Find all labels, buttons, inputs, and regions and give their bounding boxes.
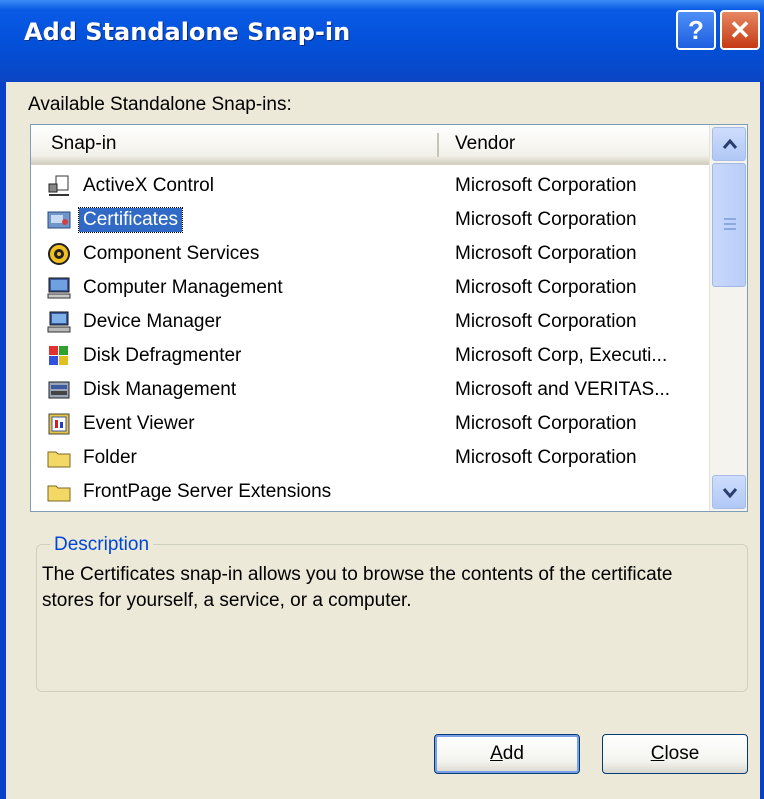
window-title: Add Standalone Snap-in [24,18,351,46]
list-item[interactable]: Disk Management Microsoft and VERITAS... [39,373,709,407]
close-button-label: lose [664,743,700,764]
list-item-selected[interactable]: Certificates Microsoft Corporation [39,203,709,237]
close-window-button[interactable]: ✕ [720,10,760,50]
event-viewer-icon [47,412,71,436]
vertical-scrollbar[interactable] [709,125,747,511]
description-legend: Description [50,534,154,556]
disk-management-icon [47,378,71,402]
scroll-up-button[interactable] [712,127,746,161]
description-text: The Certificates snap-in allows you to b… [42,564,673,611]
list-item-vendor: Microsoft Corp, Executi... [455,345,668,366]
available-snapins-label: Available Standalone Snap-ins: [28,94,292,115]
list-item-name: Event Viewer [83,413,195,434]
thumb-grip [724,223,736,225]
close-button-mnemonic: C [650,743,665,764]
list-item-name: Disk Defragmenter [83,345,242,366]
computer-management-icon [47,276,71,300]
thumb-grip [724,228,736,230]
list-item[interactable]: Event Viewer Microsoft Corporation [39,407,709,441]
list-item-vendor: Microsoft Corporation [455,243,637,264]
list-item-name: Certificates [77,207,184,233]
list-item-name: Device Manager [83,311,222,332]
scroll-down-button[interactable] [712,475,746,509]
column-header-snapin[interactable]: Snap-in [51,133,117,155]
folder-icon [47,446,71,470]
chevron-up-icon [722,138,738,149]
list-item-vendor: Microsoft and VERITAS... [455,379,671,400]
list-item-name: Folder [83,447,137,468]
thumb-grip [724,218,736,220]
help-button[interactable]: ? [676,10,716,50]
list-item-name: Computer Management [83,277,283,298]
list-item-vendor: Microsoft Corporation [455,277,637,298]
component-services-icon [47,242,71,266]
list-item-name: Component Services [83,243,260,264]
add-button-label: dd [502,743,524,764]
title-bar[interactable]: Add Standalone Snap-in ? ✕ [0,0,764,82]
list-item-vendor: Microsoft Corporation [455,447,637,468]
list-item[interactable]: Component Services Microsoft Corporation [39,237,709,271]
close-button[interactable]: Close [602,734,748,774]
list-item[interactable]: Device Manager Microsoft Corporation [39,305,709,339]
activex-control-icon [47,174,71,198]
disk-defragmenter-icon [47,344,71,368]
column-header-vendor[interactable]: Vendor [455,133,515,155]
list-item[interactable]: Computer Management Microsoft Corporatio… [39,271,709,305]
list-item-vendor: Microsoft Corporation [455,175,637,196]
list-item[interactable]: FrontPage Server Extensions [39,475,709,509]
snapin-list[interactable]: Snap-in Vendor ActiveX Control Microsoft… [30,124,748,512]
list-item-vendor: Microsoft Corporation [455,311,637,332]
scroll-thumb[interactable] [712,163,746,287]
device-manager-icon [47,310,71,334]
list-item[interactable]: Folder Microsoft Corporation [39,441,709,475]
list-item-name: ActiveX Control [83,175,214,196]
folder-icon [47,480,71,504]
certificates-icon [47,208,71,232]
list-item-name: FrontPage Server Extensions [83,481,332,502]
chevron-down-icon [722,488,738,498]
list-header: Snap-in Vendor [31,125,709,165]
list-item[interactable]: Disk Defragmenter Microsoft Corp, Execut… [39,339,709,373]
list-item[interactable]: ActiveX Control Microsoft Corporation [39,169,709,203]
list-item-name: Disk Management [83,379,237,400]
add-button-mnemonic: A [490,743,503,764]
list-item-vendor: Microsoft Corporation [455,413,637,434]
add-button[interactable]: Add [434,734,580,774]
list-item-vendor: Microsoft Corporation [455,209,637,230]
column-separator[interactable] [437,133,439,157]
